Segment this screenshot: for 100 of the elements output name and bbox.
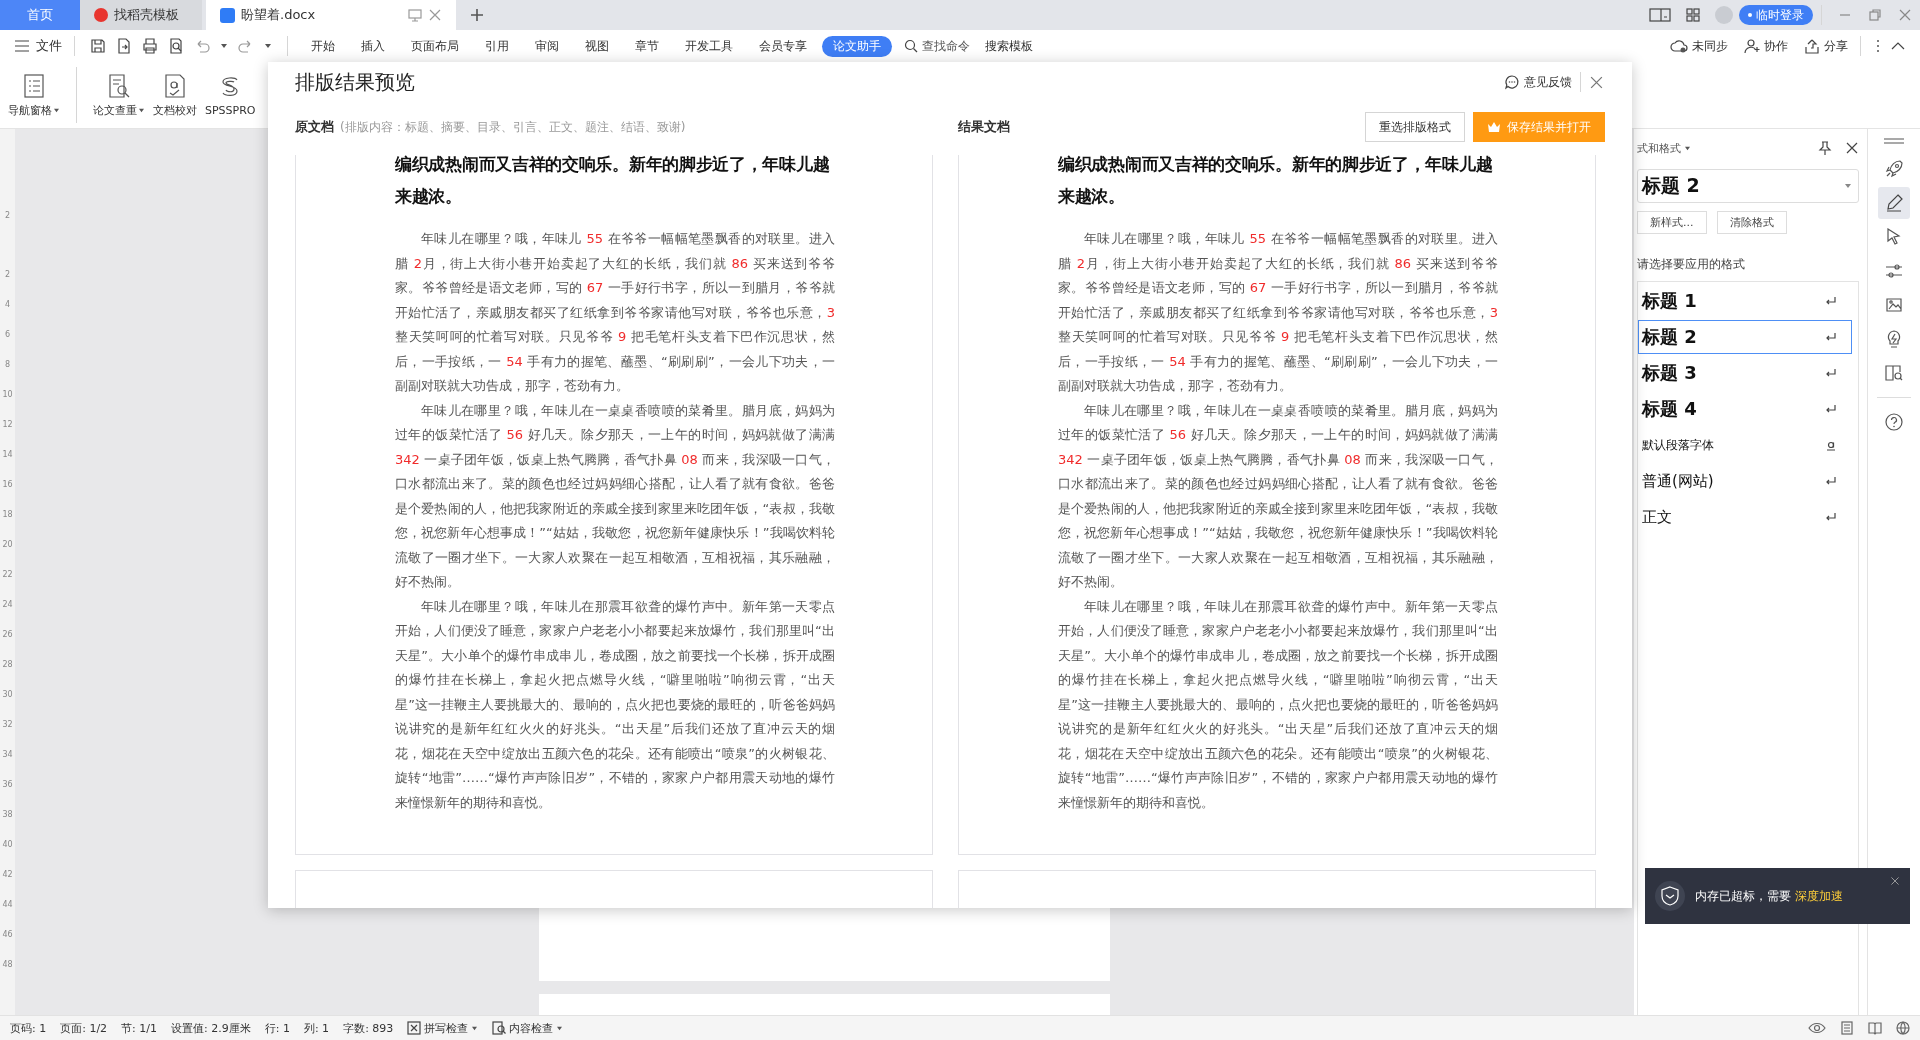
eye-icon[interactable] (1808, 1021, 1826, 1035)
style-item[interactable]: 标题 2 (1638, 320, 1852, 354)
status-button[interactable]: 拼写检查 (407, 1020, 479, 1036)
status-text: 设置值: 2.9厘米 (171, 1020, 251, 1036)
document-search-icon (106, 72, 132, 99)
save-icon[interactable] (90, 38, 106, 54)
export-icon[interactable] (116, 38, 132, 54)
web-view-icon[interactable] (1896, 1021, 1910, 1035)
status-text: 页面: 1/2 (60, 1020, 108, 1036)
paragraph: 年味儿在哪里？哦，年味儿 55 在爷爷一幅幅笔墨飘香的对联里。进入腊 2 月，街上大街小巷开始卖起了大红的长纸，我们就 86 买来送到爷爷家。爷爷曾经是语文老师，写的 67 一手好行书字，所以一到腊月，爷爷就开始忙活了，亲戚朋友都买了红纸拿到爷爷家请他写对联，爷爷也乐意，3 整天笑呵呵的忙着写对联。只见爷爷 9 把毛笔杆头支着下巴作沉思状，然后，一手按纸，一 54 手有力的握笔、蘸墨、“刷刷刷”，一会儿下功夫，一副副对联就大功告成，那字，苍劲有力。 (1058, 230, 1498, 395)
status-button[interactable]: 内容检查 (492, 1020, 564, 1036)
more-icon[interactable] (1876, 38, 1880, 54)
page-view-icon[interactable] (1840, 1021, 1854, 1035)
paragraph: 年味儿在哪里？哦，年味儿 55 在爷爷一幅幅笔墨飘香的对联里。进入腊 2 月，街上大街小巷开始卖起了大红的长纸，我们就 86 买来送到爷爷家。爷爷曾经是语文老师，写的 67 一手好行书字，所以一到腊月，爷爷就开始忙活了，亲戚朋友都买了红纸拿到爷爷家请他写对联，爷爷也乐意，3 整天笑呵呵的忙着写对联。只见爷爷 9 把毛笔杆头支着下巴作沉思状，然后，一手按纸，一 54 手有力的握笔、蘸墨、“刷刷刷”，一会儿下功夫，一副副对联就大功告成，那字，苍劲有力。 (395, 230, 835, 395)
return-icon (1825, 403, 1837, 415)
file-menu[interactable]: 文件 (14, 37, 62, 55)
menu-tab[interactable]: 开发工具 (674, 35, 744, 57)
ruler-number: 42 (2, 869, 13, 881)
print-preview-icon[interactable] (168, 38, 184, 54)
ribbon-button[interactable]: 文档校对 (153, 72, 197, 118)
command-search[interactable]: 查找命令 (904, 37, 970, 55)
paragraph: 年味儿在哪里？哦，年味儿在一桌桌香喷喷的菜肴里。腊月底，妈妈为过年的饭菜忙活了 56 好几天。除夕那天，一上午的时间，妈妈就做了满满 342 一桌子团年饭，饭桌上热气腾腾，香气扑鼻 08 而来，我深吸一口气，口水都流出来了。菜的颜色也经过妈妈细心搭配，让人看了就有食欲。爸爸是个爱热闹的人，他把我家附近的亲戚全接到家里来吃团年饭，“表叔，我敬您，祝您新年心想事成！”“姑姑，我敬您，祝您新年健康快乐！”我喝饮料轮流敬了一圈才坐下。一大家人欢聚在一起互相敬酒，互相祝福，其乐融融，好不热闹。 (1058, 401, 1498, 591)
template-search[interactable]: 搜索模板 (974, 35, 1044, 57)
status-text: 行: 1 (264, 1020, 290, 1036)
pane-label: 结果文档 (958, 118, 1010, 136)
menu-tab[interactable]: 章节 (624, 35, 670, 57)
pin-icon[interactable] (1817, 140, 1833, 156)
toolbar-action[interactable]: 未同步 (1670, 37, 1728, 55)
return-icon (1825, 295, 1837, 307)
caret-icon[interactable] (220, 43, 228, 49)
menu-tab[interactable]: 插入 (350, 35, 396, 57)
add-person-icon (1744, 38, 1760, 54)
speedup-link[interactable]: 深度加速 (1794, 888, 1843, 903)
search-icon (904, 39, 918, 53)
status-text: 节: 1/1 (121, 1020, 157, 1036)
ruler-number: 18 (2, 509, 13, 521)
picture-icon[interactable] (1884, 295, 1904, 315)
login-button[interactable]: 临时登录 (1739, 5, 1813, 25)
style-item[interactable]: 标题 4 (1638, 392, 1852, 426)
style-button[interactable]: 清除格式 (1716, 211, 1787, 234)
toolbar-action[interactable]: 分享 (1804, 37, 1848, 55)
style-item[interactable]: 默认段落字体 (1638, 428, 1852, 462)
document-heading: 编织成热闹而又吉祥的交响乐。新年的脚步近了，年味儿越来越浓。 (395, 155, 831, 208)
dialog-button[interactable]: 重选排版格式 (1365, 112, 1465, 142)
reading-view-icon[interactable] (1868, 1021, 1882, 1035)
caret-icon (471, 1025, 479, 1031)
close-icon[interactable] (1589, 74, 1604, 90)
style-item[interactable]: 标题 3 (1638, 356, 1852, 390)
book-search-icon[interactable] (1884, 363, 1904, 383)
list-icon (21, 72, 47, 99)
ruler-number: 38 (2, 809, 13, 821)
template-logo-icon (94, 8, 108, 22)
ruler-number: 28 (2, 659, 13, 671)
handle-icon[interactable] (1882, 137, 1906, 145)
ruler-number: 22 (2, 569, 13, 581)
style-item[interactable]: 普通(网站) (1638, 464, 1852, 498)
menu-tab[interactable]: 开始 (300, 35, 346, 57)
layout-icon[interactable] (1649, 7, 1671, 23)
sliders-icon[interactable] (1884, 261, 1904, 281)
collapse-icon[interactable] (1890, 41, 1906, 51)
help-icon[interactable] (1884, 412, 1904, 432)
caret-icon (1844, 183, 1852, 189)
menu-tab[interactable]: 论文助手 (822, 35, 892, 57)
document-check-icon (162, 72, 188, 99)
app-tab[interactable]: 找稻壳模板 (80, 0, 202, 30)
ruler-number: 8 (4, 359, 11, 371)
style-dropdown[interactable]: 标题 2 (1637, 169, 1859, 203)
print-icon[interactable] (142, 38, 158, 54)
menu-tab[interactable]: 引用 (474, 35, 520, 57)
checkbox-x-icon (407, 1021, 422, 1035)
menu-tab[interactable]: 页面布局 (400, 35, 470, 57)
ribbon-button[interactable]: SPSSPRO (205, 73, 256, 117)
ribbon-button[interactable]: 导航窗格 (8, 72, 60, 118)
close-icon[interactable] (1845, 141, 1859, 155)
ruler-number: 14 (2, 449, 13, 461)
new-tab-icon[interactable] (470, 8, 484, 22)
document-heading: 编织成热闹而又吉祥的交响乐。新年的脚步近了，年味儿越来越浓。 (1058, 155, 1494, 208)
caret-icon (556, 1025, 564, 1031)
return-icon (1825, 367, 1837, 379)
style-item[interactable]: 标题 1 (1638, 284, 1852, 318)
grid-icon[interactable] (1685, 7, 1701, 23)
caret-icon[interactable] (264, 43, 272, 49)
menu-tab[interactable]: 审阅 (524, 35, 570, 57)
pane-note: (排版内容：标题、摘要、目录、引言、正文、题注、结语、致谢) (340, 118, 686, 136)
rocket-icon[interactable] (1884, 159, 1904, 179)
ruler-number: 4 (4, 299, 11, 311)
status-text: 字数: 893 (343, 1020, 394, 1036)
pen-tool-button[interactable] (1878, 187, 1910, 219)
return-icon (1825, 475, 1837, 487)
menu-tab[interactable]: 会员专享 (748, 35, 818, 57)
style-button[interactable]: 新样式... (1637, 211, 1707, 234)
ruler-number: 24 (2, 599, 13, 611)
panel-title[interactable]: 式和格式 (1637, 140, 1691, 156)
toolbar-action[interactable]: 协作 (1744, 37, 1788, 55)
ribbon-button[interactable]: 论文查重 (93, 72, 145, 118)
close-icon[interactable] (1890, 876, 1900, 886)
feedback-button[interactable]: 意见反馈 (1504, 73, 1572, 91)
crown-icon (1487, 121, 1501, 133)
menu-tab[interactable]: 视图 (574, 35, 620, 57)
style-item[interactable]: 正文 (1638, 500, 1852, 534)
